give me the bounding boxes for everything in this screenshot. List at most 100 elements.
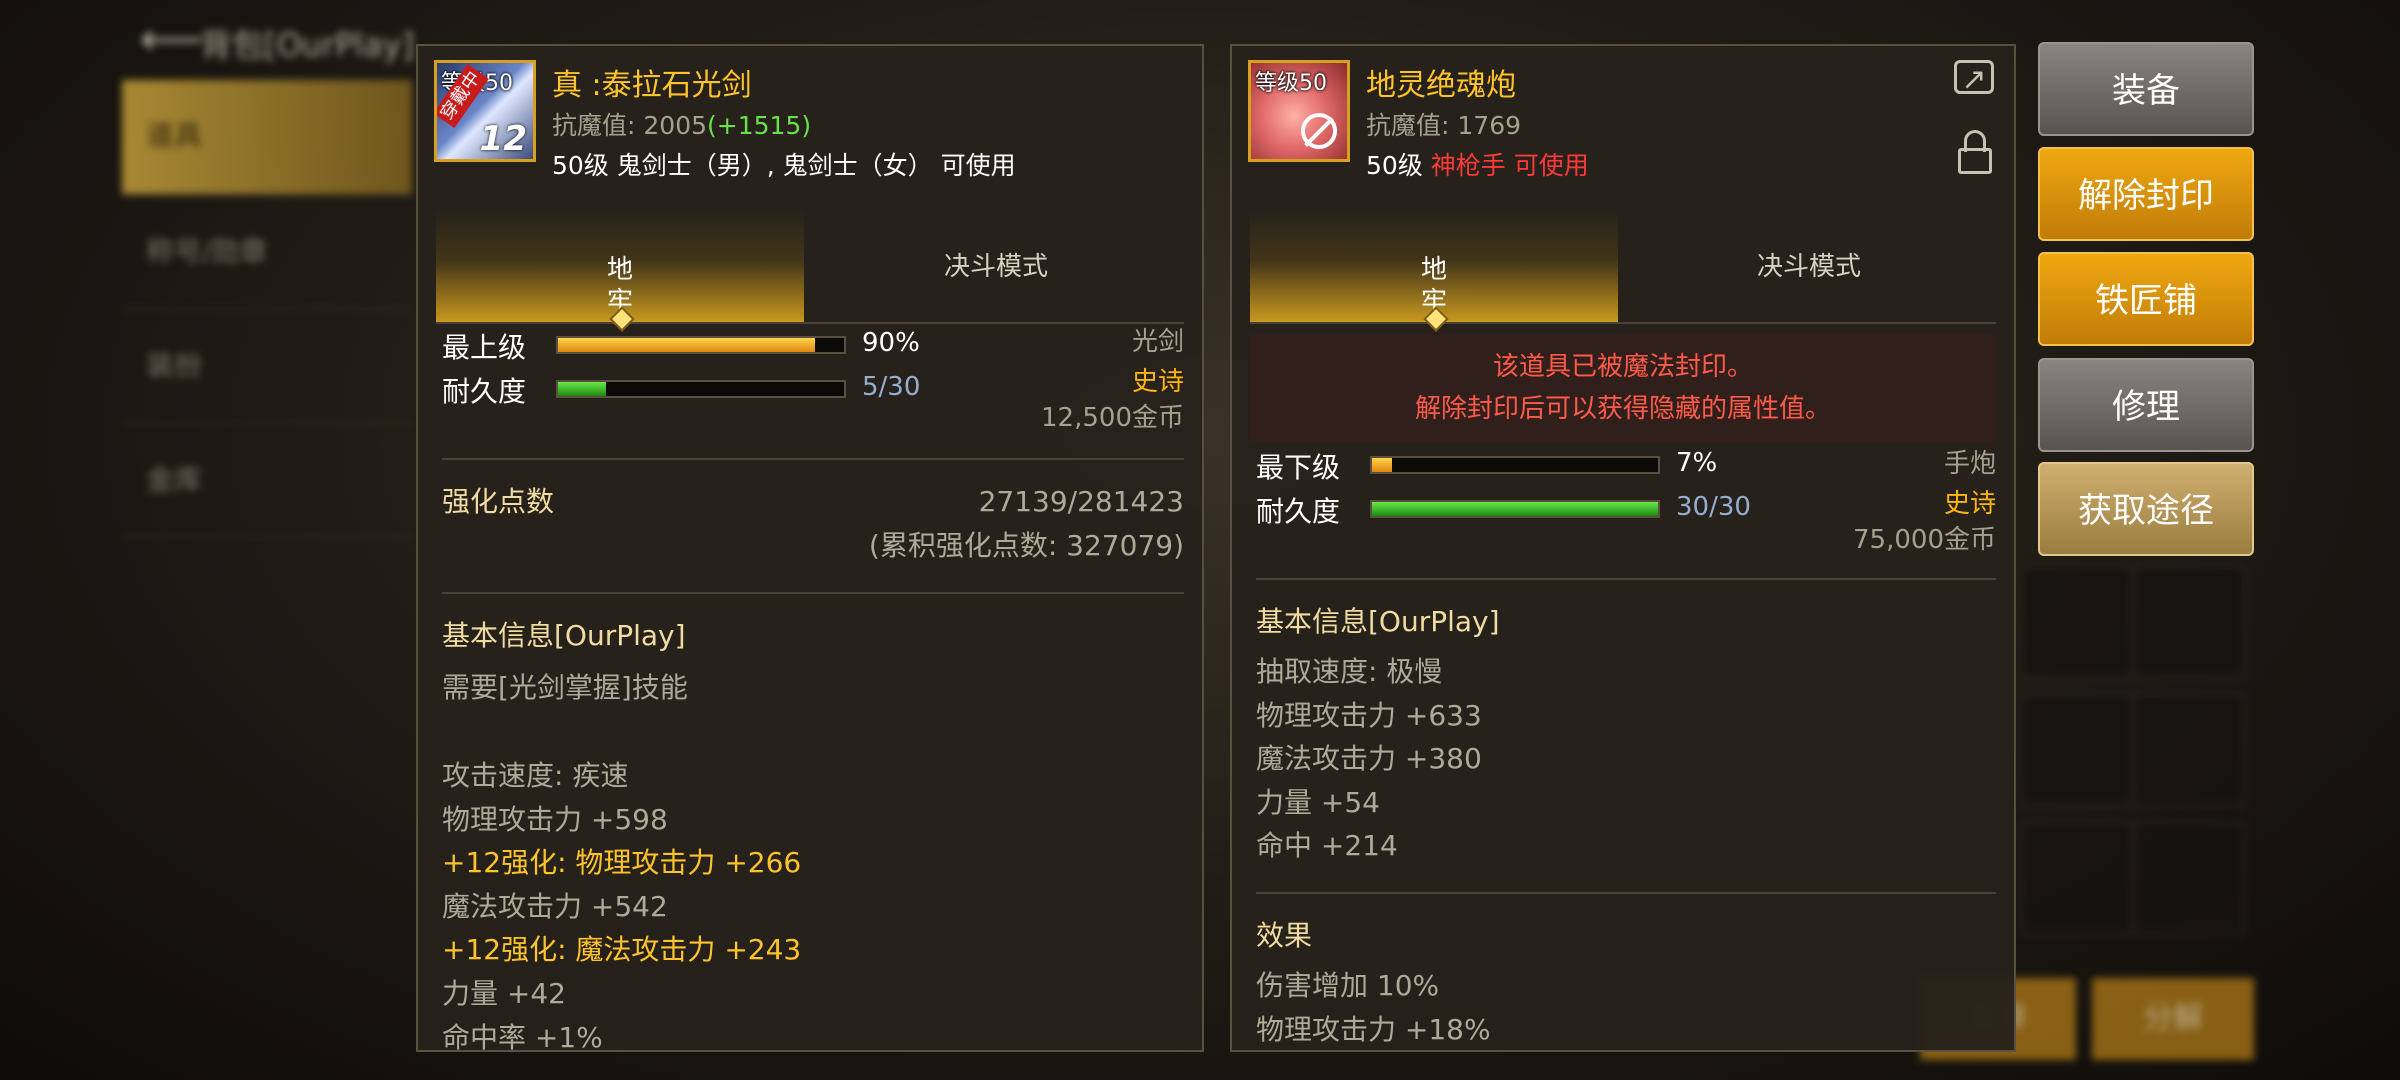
stat-line: 魔法攻击力 +542 (442, 890, 668, 923)
grade-bar-fill (1372, 458, 1393, 472)
resist-line: 抗魔值: 1769 (1366, 106, 1521, 142)
lock-icon[interactable] (1958, 130, 1992, 174)
grade-label: 最上级 (442, 331, 527, 364)
durability-value: 30/30 (1676, 492, 1751, 522)
lightsaber-icon: 等级50 穿戴中 12 (434, 60, 536, 162)
resist-label: 抗魔值: (552, 111, 636, 140)
share-icon[interactable]: ↗ (1954, 60, 1994, 97)
skill-requirement: 需要[光剑掌握]技能 (442, 671, 688, 704)
grade-bar-fill (558, 338, 816, 352)
basic-info-title: 基本信息[OurPlay] (1256, 605, 1500, 638)
unseal-button[interactable]: 解除封印 (2038, 147, 2254, 241)
resist-line: 抗魔值: 2005(+1515) (552, 106, 811, 142)
item-name: 真 :泰拉石光剑 (552, 68, 752, 103)
usable-classes: 50级 神枪手 可使用 (1366, 146, 1589, 182)
decompose-button[interactable]: 分解 (2092, 978, 2254, 1060)
tab-dungeon[interactable]: 地牢 (436, 210, 804, 332)
equipped-item-tooltip: 等级50 穿戴中 12 真 :泰拉石光剑 抗魔值: 2005(+1515) 50… (416, 44, 1204, 1052)
stat-line: 物理攻击力 +633 (1256, 699, 1482, 732)
resist-label: 抗魔值: (1366, 111, 1450, 140)
menu-item-avatar[interactable]: 装扮 (122, 310, 412, 424)
grade-bar (1370, 456, 1660, 474)
blacksmith-button[interactable]: 铁匠铺 (2038, 252, 2254, 346)
item-meta: 光剑 史诗 12,500金币 (1041, 322, 1184, 434)
basic-info-title: 基本信息[OurPlay] (442, 619, 686, 652)
stat-line: 命中 +214 (1256, 829, 1398, 862)
item-price: 75,000金币 (1853, 525, 1996, 555)
item-header: 等级50 地灵绝魂炮 抗魔值: 1769 50级 神枪手 可使用 ↗ (1232, 46, 2014, 188)
effect-line: 物理攻击力 +18% (1256, 1013, 1491, 1046)
repair-button[interactable]: 修理 (2038, 358, 2254, 452)
mode-tabs: 地牢 决斗模式 (436, 210, 1184, 332)
stat-line: 魔法攻击力 +380 (1256, 742, 1482, 775)
grade-row: 最上级 90% (442, 326, 942, 366)
reinforce-level: 12 (479, 119, 527, 159)
grade-value: 90% (862, 328, 920, 358)
item-meta: 手炮 史诗 75,000金币 (1853, 444, 1996, 556)
mode-tabs: 地牢 决斗模式 (1250, 210, 1996, 332)
item-type: 手炮 (1943, 449, 1996, 479)
stat-line: 物理攻击力 +598 (442, 803, 668, 836)
tab-pvp[interactable]: 决斗模式 (804, 210, 1188, 322)
item-rarity: 史诗 (1943, 489, 1996, 519)
inventory-title: 背包[OurPlay] (200, 26, 415, 64)
skill-shortcut-icon[interactable] (150, 902, 380, 958)
inventory-slot[interactable] (2132, 693, 2246, 807)
inventory-slot[interactable] (2020, 821, 2134, 935)
item-rarity: 史诗 (1131, 367, 1184, 397)
back-arrow-icon[interactable]: ⟵ (140, 18, 203, 62)
menu-item-titles[interactable]: 称号/勋章 (122, 196, 412, 310)
item-name: 地灵绝魂炮 (1366, 68, 1516, 103)
effect-line: 伤害增加 10% (1256, 969, 1440, 1002)
durability-label: 耐久度 (442, 375, 527, 408)
durability-bar-fill (1372, 502, 1658, 516)
stat-line: 抽取速度: 极慢 (1256, 655, 1443, 688)
compare-item-tooltip: 等级50 地灵绝魂炮 抗魔值: 1769 50级 神枪手 可使用 ↗ 地牢 决斗… (1230, 44, 2016, 1052)
stat-line: 攻击速度: 疾速 (442, 759, 629, 792)
stat-line: 力量 +42 (442, 977, 566, 1010)
divider (1256, 578, 1996, 580)
guide-shortcut-icon[interactable] (150, 985, 380, 1041)
menu-item-vault[interactable]: 金库 (122, 424, 412, 538)
inventory-menu: 道具 称号/勋章 装扮 金库 (122, 80, 412, 538)
item-header: 等级50 穿戴中 12 真 :泰拉石光剑 抗魔值: 2005(+1515) 50… (418, 46, 1202, 188)
durability-bar (1370, 500, 1660, 518)
menu-item-items[interactable]: 道具 (122, 80, 412, 196)
inventory-slot[interactable] (2020, 693, 2134, 807)
reinforce-accum: (累积强化点数: 327079) (868, 529, 1184, 562)
acquisition-button[interactable]: 获取途径 (2038, 462, 2254, 556)
inventory-slot[interactable] (2132, 565, 2246, 679)
stat-line: +12强化: 物理攻击力 +266 (442, 846, 802, 879)
effects-title: 效果 (1256, 919, 1313, 952)
durability-label: 耐久度 (1256, 495, 1341, 528)
unusable-icon (1301, 113, 1337, 149)
grade-row: 最下级 7% (1256, 446, 1756, 486)
tab-pvp[interactable]: 决斗模式 (1618, 210, 2000, 322)
resist-bonus: (+1515) (707, 111, 812, 140)
hand-cannon-icon: 等级50 (1248, 60, 1350, 162)
tab-dungeon[interactable]: 地牢 (1250, 210, 1618, 332)
level-tag: 等级50 (1255, 71, 1327, 96)
resist-value: 2005 (643, 111, 708, 140)
durability-bar-fill (558, 382, 606, 396)
grade-value: 7% (1676, 448, 1718, 478)
inventory-slot[interactable] (2020, 565, 2134, 679)
resist-value: 1769 (1457, 111, 1522, 140)
stat-line: 命中率 +1% (442, 1021, 603, 1052)
durability-value: 5/30 (862, 372, 921, 402)
item-type: 光剑 (1131, 327, 1184, 357)
reinforce-points-value: 27139/281423 (978, 485, 1184, 518)
equip-button[interactable]: 装备 (2038, 42, 2254, 136)
sealed-notice: 该道具已被魔法封印。 解除封印后可以获得隐藏的属性值。 (1250, 334, 1996, 442)
usable-level: 50级 (1366, 151, 1423, 180)
inventory-slot[interactable] (2132, 821, 2246, 935)
reinforce-points-label: 强化点数 (442, 485, 555, 518)
grade-label: 最下级 (1256, 451, 1341, 484)
divider (442, 458, 1184, 460)
sealed-line-2: 解除封印后可以获得隐藏的属性值。 (1414, 394, 1831, 424)
divider (442, 592, 1184, 594)
durability-row: 耐久度 30/30 (1256, 490, 1756, 530)
usable-class: 神枪手 可使用 (1430, 151, 1589, 180)
durability-bar (556, 380, 846, 398)
stat-line: +12强化: 魔法攻击力 +243 (442, 933, 802, 966)
